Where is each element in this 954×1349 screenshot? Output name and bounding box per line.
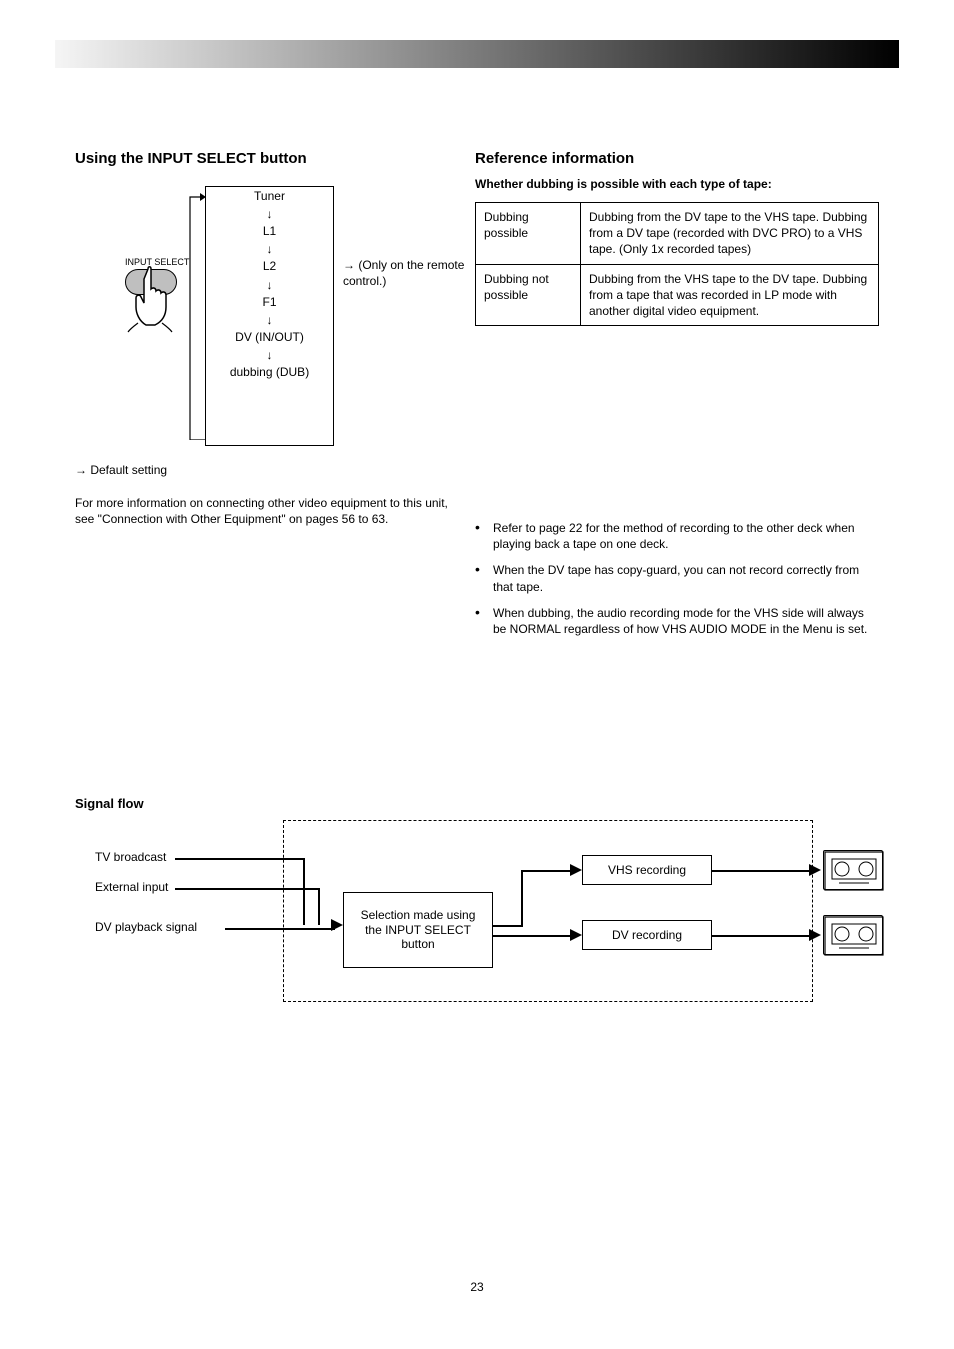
- line: [712, 935, 812, 937]
- arrowhead-icon: [570, 864, 582, 876]
- flow-item-l1: L1: [206, 222, 333, 241]
- label-tv-broadcast: TV broadcast: [95, 850, 166, 864]
- line: [225, 928, 335, 930]
- reference-note: For more information on connecting other…: [75, 495, 465, 527]
- default-setting-note: → Default setting: [75, 463, 465, 477]
- label-dv-playback: DV playback signal: [95, 920, 197, 934]
- dubbing-table: Dubbing possible Dubbing from the DV tap…: [475, 202, 879, 326]
- arrowhead-icon: [809, 929, 821, 941]
- line: [318, 888, 320, 925]
- arrowhead-icon: [570, 929, 582, 941]
- flow-item-f1: F1: [206, 293, 333, 312]
- table-cell-label-notpossible: Dubbing not possible: [476, 264, 581, 326]
- right-arrow-icon: →: [343, 258, 355, 272]
- down-arrow: ↓: [206, 206, 333, 222]
- selector-box: Selection made using the INPUT SELECT bu…: [343, 892, 493, 968]
- line: [521, 870, 573, 872]
- line: [712, 870, 812, 872]
- right-subheading: Whether dubbing is possible with each ty…: [475, 177, 879, 191]
- remote-only-text: (Only on the remote control.): [343, 258, 464, 288]
- left-heading: Using the INPUT SELECT button: [75, 150, 465, 167]
- page-number: 23: [0, 1280, 954, 1294]
- down-arrow: ↓: [206, 241, 333, 257]
- down-arrow: ↓: [206, 277, 333, 293]
- line: [493, 935, 573, 937]
- dv-cassette-icon: [823, 915, 883, 955]
- label-external-input: External input: [95, 880, 168, 894]
- line: [175, 888, 320, 890]
- signal-flow-diagram: TV broadcast External input DV playback …: [75, 820, 879, 1020]
- loop-arrow-icon: [186, 191, 206, 440]
- arrowhead-icon: [809, 864, 821, 876]
- vhs-cassette-icon: [823, 850, 883, 890]
- right-heading: Reference information: [475, 150, 879, 167]
- default-setting-text: Default setting: [90, 463, 167, 477]
- bullet-list: • Refer to page 22 for the method of rec…: [475, 520, 879, 647]
- line: [521, 870, 523, 927]
- input-select-flow-box: Tuner ↓ L1 ↓ L2 ↓ F1 ↓ DV (IN/OUT) ↓ dub…: [205, 186, 334, 446]
- input-select-button-figure: INPUT SELECT: [125, 257, 189, 295]
- table-cell-desc-possible: Dubbing from the DV tape to the VHS tape…: [581, 203, 879, 265]
- header-gradient-bar: [55, 40, 899, 68]
- down-arrow: ↓: [206, 312, 333, 328]
- right-arrow-icon: →: [75, 463, 87, 477]
- bullet-text-3: When dubbing, the audio recording mode f…: [493, 605, 879, 637]
- dv-recording-box: DV recording: [582, 920, 712, 950]
- flow-item-dv: DV (IN/OUT): [206, 328, 333, 347]
- down-arrow: ↓: [206, 347, 333, 363]
- table-cell-label-possible: Dubbing possible: [476, 203, 581, 265]
- remote-only-note: → (Only on the remote control.): [343, 258, 473, 289]
- bullet-icon: •: [475, 520, 493, 552]
- vhs-recording-box: VHS recording: [582, 855, 712, 885]
- bullet-icon: •: [475, 605, 493, 637]
- line: [493, 925, 523, 927]
- flow-item-l2: L2: [206, 257, 333, 276]
- table-cell-desc-notpossible: Dubbing from the VHS tape to the DV tape…: [581, 264, 879, 326]
- arrowhead-icon: [331, 919, 343, 931]
- bullet-text-2: When the DV tape has copy-guard, you can…: [493, 562, 879, 594]
- bullet-icon: •: [475, 562, 493, 594]
- hand-pointer-icon: [122, 263, 184, 333]
- line: [303, 858, 305, 925]
- diagram-title: Signal flow: [75, 796, 144, 811]
- bullet-text-1: Refer to page 22 for the method of recor…: [493, 520, 879, 552]
- line: [175, 858, 305, 860]
- flow-item-tuner: Tuner: [206, 187, 333, 206]
- flow-item-dub: dubbing (DUB): [206, 363, 333, 382]
